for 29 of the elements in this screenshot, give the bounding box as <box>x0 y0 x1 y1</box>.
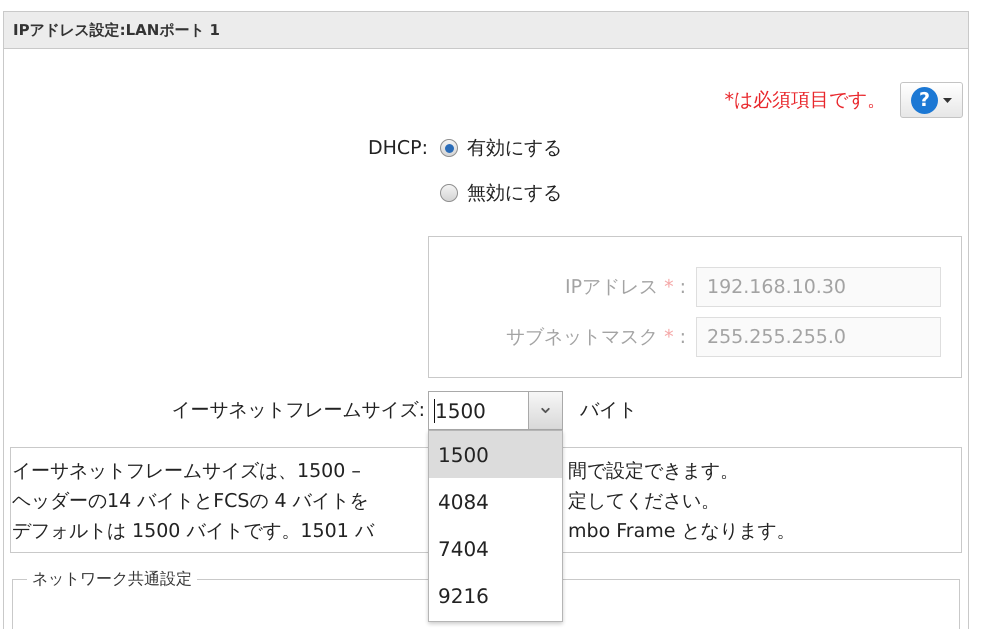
required-mark: * <box>664 274 674 300</box>
description-text: デフォルトは 1500 バイトです。1501 バ <box>12 520 374 542</box>
radio-option[interactable]: 有効にする <box>440 134 562 162</box>
description-text: mbo Frame となります。 <box>567 518 796 544</box>
group-legend: ネットワーク共通設定 <box>27 567 197 591</box>
help-button[interactable]: ? <box>900 82 963 118</box>
label-colon: : <box>680 274 686 300</box>
panel-title: IPアドレス設定:LANポート 1 <box>13 20 220 41</box>
unit-label: バイト <box>580 398 637 424</box>
required-note: *は必須項目です。 <box>724 88 886 113</box>
dropdown-option[interactable]: 1500 <box>429 431 562 478</box>
description-text: 間で設定できます。 <box>567 458 739 484</box>
description-text: 定してください。 <box>567 488 720 514</box>
description-text: ヘッダーの14 バイトとFCSの 4 バイトを <box>12 490 369 512</box>
help-icon: ? <box>911 86 938 114</box>
caret-icon <box>943 98 952 102</box>
dropdown-toggle[interactable] <box>528 391 563 430</box>
radio-option[interactable]: 無効にする <box>440 178 562 208</box>
dropdown-option[interactable]: 7404 <box>429 525 562 572</box>
dropdown-option[interactable]: 9216 <box>429 572 562 619</box>
frame-size-label: イーサネットフレームサイズ: <box>170 398 425 424</box>
description-text: イーサネットフレームサイズは、1500 – <box>12 460 361 482</box>
field-label: サブネットマスク <box>506 324 658 350</box>
label-colon: : <box>680 324 686 350</box>
required-mark: * <box>664 324 674 350</box>
frame-size-field[interactable]: 1500 <box>428 391 528 430</box>
dhcp-label: DHCP: <box>366 136 428 161</box>
dropdown-option[interactable]: 4084 <box>429 478 562 525</box>
field-label: IPアドレス <box>565 274 658 300</box>
